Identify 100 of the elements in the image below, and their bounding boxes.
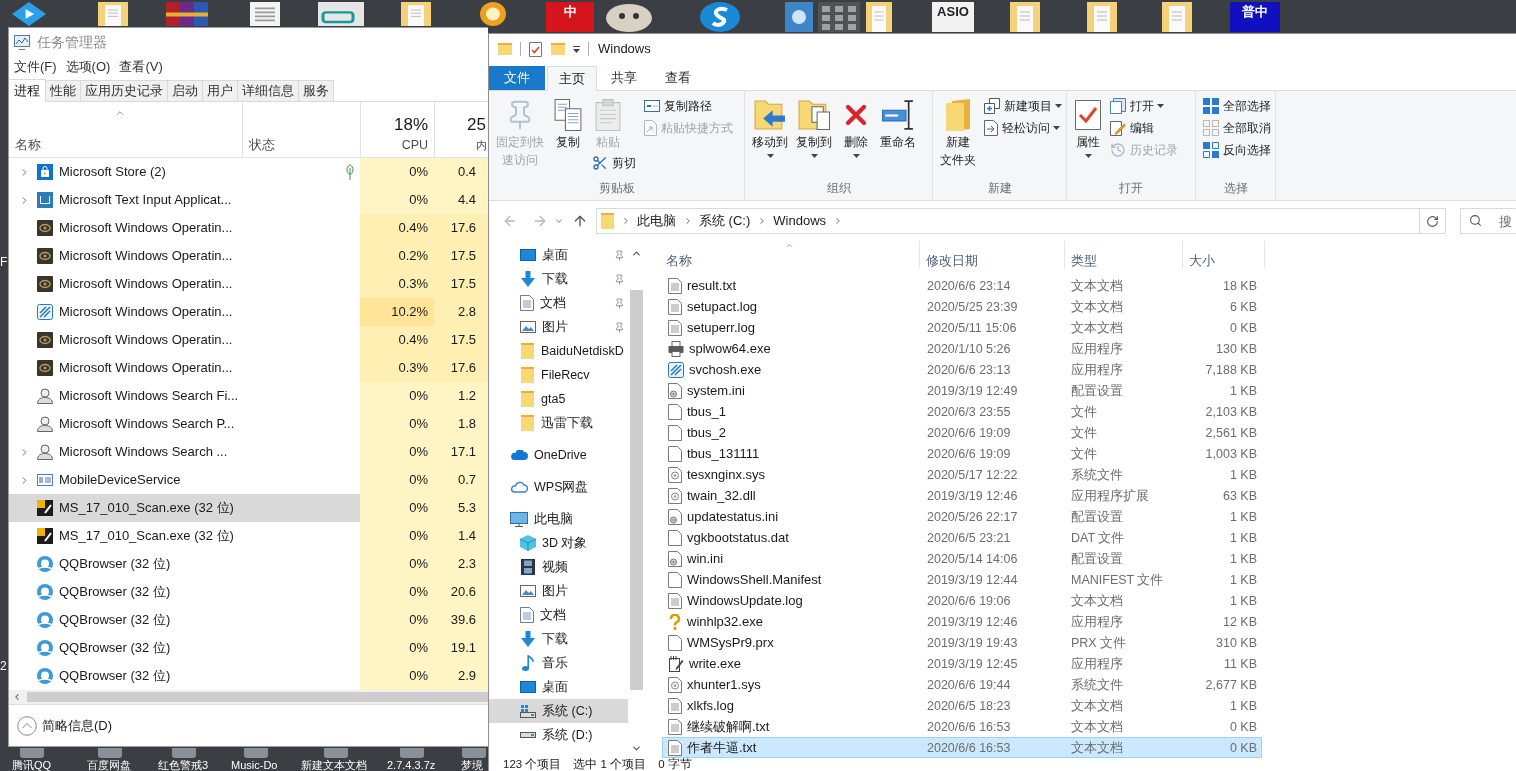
scrollbar-thumb[interactable] [27, 692, 488, 702]
file-size: 7,188 KB [1205, 361, 1257, 378]
menu-item[interactable]: 选项(O) [65, 57, 111, 76]
caret-icon[interactable] [1084, 154, 1092, 158]
column-header[interactable]: 名称 [660, 253, 919, 269]
file-type: 文本文档 [1071, 319, 1123, 336]
column-header[interactable]: 状态 [248, 138, 275, 153]
modified-date: 2020/6/5 23:21 [927, 529, 1011, 546]
tab[interactable]: 性能 [46, 80, 81, 101]
chevron-right-icon[interactable] [621, 216, 631, 226]
column-header[interactable]: 大小 [1183, 253, 1264, 269]
caret-icon[interactable] [810, 154, 818, 158]
properties-button[interactable]: 属性 [1071, 95, 1105, 159]
nav-item[interactable]: 系统 (C:) [489, 699, 628, 723]
ribbon-tab[interactable]: 查看 [651, 66, 705, 90]
file-type: 文本文档 [1071, 592, 1123, 609]
breadcrumb[interactable]: Windows [773, 211, 827, 231]
cpu-cell: 0% [360, 158, 435, 186]
ribbon-group-label: 剪贴板 [598, 180, 635, 197]
invert-selection-button[interactable]: 反向选择 [1200, 139, 1274, 161]
tab[interactable]: 服务 [299, 80, 334, 101]
tab[interactable]: 详细信息 [238, 80, 299, 101]
fewer-details-button[interactable]: 简略信息(D) [17, 715, 113, 736]
address-bar[interactable]: 此电脑 系统 (C:) Windows [596, 208, 1420, 234]
rename-button[interactable]: 重命名 [877, 95, 919, 152]
scroll-down-icon[interactable] [631, 743, 642, 754]
edit-button[interactable]: 编辑 [1107, 117, 1157, 139]
tab[interactable]: 用户 [203, 80, 238, 101]
modified-date: 2019/3/19 12:45 [927, 655, 1018, 672]
breadcrumb[interactable]: 系统 (C:) [699, 211, 751, 231]
ribbon-tab[interactable]: 共享 [597, 66, 651, 90]
mixed-grid-icon [1203, 142, 1219, 158]
scrollbar-thumb[interactable] [630, 290, 643, 690]
file-type: 应用程序 [1071, 361, 1123, 378]
delete-button[interactable]: 删除 [837, 95, 875, 159]
process-row[interactable]: MS_17_010_Scan.exe (32 位) 0% 5.3 [9, 494, 488, 522]
file-menu-button[interactable]: 文件 [489, 66, 545, 90]
new-folder-button[interactable]: 新建 文件夹 [937, 95, 979, 170]
tab[interactable]: 应用历史记录 [81, 80, 168, 101]
modified-date: 2020/5/11 15:06 [927, 319, 1017, 336]
select-all-button[interactable]: 全部选择 [1200, 95, 1274, 117]
caret-icon[interactable] [1157, 104, 1164, 108]
column-header[interactable]: 修改日期 [920, 253, 1064, 269]
file-row[interactable]: 作者牛逼.txt 2020/6/6 16:53 文本文档 0 KB [662, 737, 1262, 758]
file-type: 文件 [1071, 403, 1097, 420]
folder-icon [521, 367, 534, 383]
column-header[interactable]: 内 [476, 138, 488, 153]
cpu-cell: 0.4% [360, 214, 435, 242]
column-header[interactable]: CPU [401, 138, 429, 153]
ribbon-group-label: 新建 [987, 180, 1012, 197]
move-to-button[interactable]: 移动到 [749, 95, 791, 159]
keypad-icon [818, 2, 860, 32]
circle-logo-icon [37, 668, 53, 684]
connector-icon [318, 2, 364, 26]
memory-cell: 17.5 [434, 270, 488, 298]
new-item-button[interactable]: 新建项目 [981, 95, 1065, 117]
breadcrumb[interactable]: 此电脑 [637, 211, 676, 231]
modified-date: 2020/1/10 5:26 [927, 340, 1011, 357]
caret-icon[interactable] [766, 154, 774, 158]
menu-item[interactable]: 文件(F) [14, 57, 57, 76]
column-header[interactable]: 类型 [1065, 253, 1182, 269]
sort-ascending-icon[interactable] [115, 108, 125, 118]
tab[interactable]: 进程 [9, 79, 46, 102]
app-logo-tile: 中 [546, 2, 594, 32]
refresh-button[interactable] [1420, 208, 1446, 234]
drive-icon [520, 704, 536, 718]
search-field[interactable]: 搜 [1460, 208, 1516, 234]
easy-access-button[interactable]: 轻松访问 [981, 117, 1063, 139]
modified-date: 2020/5/25 23:39 [927, 298, 1018, 315]
caret-icon[interactable] [852, 154, 860, 158]
menu-item[interactable]: 查看(V) [119, 57, 163, 76]
file-type: 应用程序 [1071, 340, 1123, 357]
caret-icon[interactable] [1053, 126, 1060, 130]
up-arrow-icon[interactable] [572, 213, 588, 229]
cpu-cell: 10.2% [360, 298, 435, 326]
column-header[interactable]: 名称 [15, 138, 242, 153]
file-name: setuperr.log [687, 319, 755, 336]
checked-page-icon[interactable] [529, 41, 542, 57]
tab[interactable]: 启动 [168, 80, 203, 101]
scroll-left-icon[interactable] [12, 692, 22, 702]
copy-path-button[interactable]: 复制路径 [641, 95, 715, 117]
dropdown-caret-icon[interactable] [573, 45, 580, 53]
open-button[interactable]: 打开 [1107, 95, 1167, 117]
caret-icon[interactable] [1055, 104, 1062, 108]
cut-button[interactable]: 剪切 [589, 152, 639, 174]
ribbon-tab[interactable]: 主页 [547, 66, 597, 91]
desktop-icon-label: 梦境 [461, 759, 483, 771]
process-name: Microsoft Windows Operatin... [59, 248, 233, 264]
sort-ascending-icon[interactable] [785, 241, 794, 250]
select-none-button[interactable]: 全部取消 [1200, 117, 1274, 139]
process-name: Microsoft Windows Search P... [59, 416, 235, 432]
chevron-right-icon[interactable] [683, 216, 693, 226]
text-file-icon [668, 718, 682, 735]
copy-button[interactable]: 复制 [549, 95, 587, 152]
checked-page-icon [1074, 99, 1102, 131]
striped-tile-icon [37, 304, 53, 320]
copy-to-button[interactable]: 复制到 [793, 95, 835, 159]
download-arrow-icon [521, 631, 535, 647]
file-name: 作者牛逼.txt [687, 739, 757, 756]
recent-locations-chevron-icon[interactable] [554, 216, 564, 226]
